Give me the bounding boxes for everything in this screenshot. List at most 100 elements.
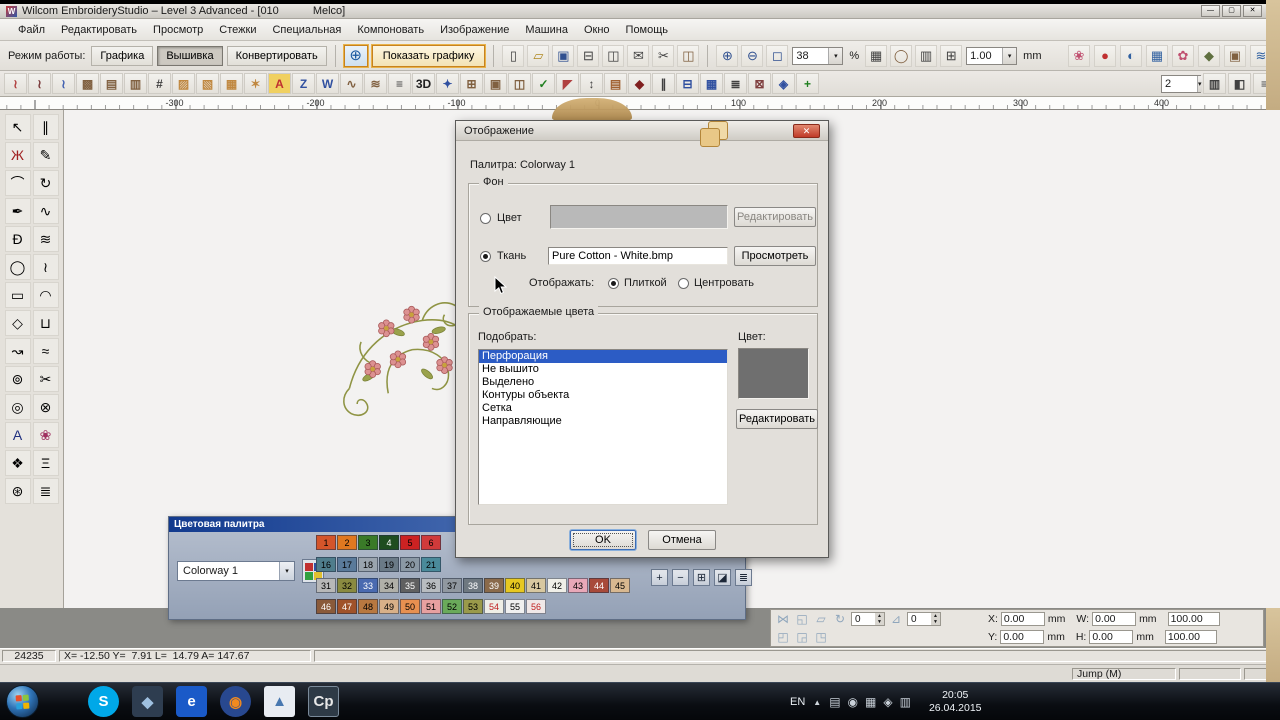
show-graphic-button[interactable]: Показать графику — [371, 44, 486, 67]
stitch-icon[interactable]: ▥ — [1203, 73, 1226, 94]
stitch-icon[interactable]: ✓ — [532, 73, 555, 94]
tool-icon[interactable]: ∥ — [32, 114, 59, 140]
stitch-icon[interactable]: ⊟ — [676, 73, 699, 94]
skew-spinner[interactable]: 0 ▲ ▼ — [907, 612, 941, 626]
transform-icon[interactable]: ▱ — [813, 612, 829, 626]
tool-icon[interactable]: ✂ — [32, 366, 59, 392]
toolbar-icon[interactable]: ▯ — [502, 44, 525, 67]
tool-icon[interactable]: ↻ — [32, 170, 59, 196]
tray-expand-icon[interactable]: ▲ — [813, 698, 821, 707]
palette-color-cell[interactable]: 55 — [505, 599, 525, 614]
tool-icon[interactable]: ≈ — [32, 338, 59, 364]
palette-color-cell[interactable]: 53 — [463, 599, 483, 614]
palette-color-cell[interactable]: 54 — [484, 599, 504, 614]
palette-color-cell[interactable]: 16 — [316, 557, 336, 572]
transform-icon[interactable]: ◲ — [794, 630, 810, 644]
palette-color-cell[interactable]: 33 — [358, 578, 378, 593]
palette-color-cell[interactable]: 52 — [442, 599, 462, 614]
view-icon[interactable]: ▥ — [915, 44, 938, 67]
stitch-icon[interactable]: ∥ — [652, 73, 675, 94]
menu-item[interactable]: Изображение — [432, 20, 517, 40]
globe-icon[interactable]: ⊕ — [343, 44, 368, 67]
fabric-filename-input[interactable] — [548, 247, 728, 265]
edit-selected-color-button[interactable]: Редактировать — [736, 409, 818, 429]
tool-icon[interactable]: ∿ — [32, 198, 59, 224]
background-color-swatch[interactable] — [550, 205, 728, 229]
cancel-button[interactable]: Отмена — [648, 530, 716, 550]
tool-icon[interactable]: ≣ — [32, 478, 59, 504]
stitch-icon[interactable]: Z — [292, 73, 315, 94]
toolbar-icon[interactable]: ◫ — [602, 44, 625, 67]
stitch-icon[interactable]: ▤ — [100, 73, 123, 94]
palette-color-cell[interactable]: 35 — [400, 578, 420, 593]
tool-icon[interactable]: A — [4, 422, 31, 448]
stitch-icon[interactable]: 3D — [412, 73, 435, 94]
tool-icon[interactable]: ▭ — [4, 282, 31, 308]
chevron-down-icon[interactable]: ▾ — [279, 562, 294, 580]
tool-icon[interactable]: ◯ — [4, 254, 31, 280]
stitch-icon[interactable]: ▤ — [604, 73, 627, 94]
stitch-icon[interactable]: ▦ — [220, 73, 243, 94]
clock[interactable]: 20:05 26.04.2015 — [929, 689, 982, 715]
palette-color-cell[interactable]: 37 — [442, 578, 462, 593]
tool-icon[interactable]: Ð — [4, 226, 31, 252]
toolbar-icon[interactable]: ▱ — [527, 44, 550, 67]
height-percent-field[interactable]: 100.00 — [1164, 630, 1217, 644]
toolbar-icon[interactable]: ✿ — [1172, 44, 1194, 67]
toolbar-icon[interactable]: ❀ — [1068, 44, 1090, 67]
palette-color-cell[interactable]: 32 — [337, 578, 357, 593]
display-colors-list[interactable]: Перфорация Не вышито Выделено Контуры объек… — [478, 349, 728, 505]
language-indicator[interactable]: EN — [790, 696, 805, 708]
view-icon[interactable]: ◯ — [890, 44, 913, 67]
palette-color-cell[interactable]: 3 — [358, 535, 378, 550]
stitch-icon[interactable]: ≀ — [4, 73, 27, 94]
tool-icon[interactable]: ⊗ — [32, 394, 59, 420]
palette-color-cell[interactable]: 50 — [400, 599, 420, 614]
stitch-icon[interactable]: ✶ — [244, 73, 267, 94]
toolbar-icon[interactable]: ▣ — [1224, 44, 1246, 67]
stitch-icon[interactable]: ◫ — [508, 73, 531, 94]
list-item[interactable]: Сетка — [479, 402, 727, 415]
palette-color-cell[interactable]: 20 — [400, 557, 420, 572]
palette-color-cell[interactable]: 6 — [421, 535, 441, 550]
tile-radio[interactable] — [608, 278, 619, 289]
stitch-icon[interactable]: ≋ — [364, 73, 387, 94]
tool-icon[interactable]: ↖ — [4, 114, 31, 140]
chevron-down-icon[interactable]: ▾ — [1002, 47, 1017, 64]
fabric-radio[interactable] — [480, 251, 491, 262]
menu-item[interactable]: Специальная — [264, 20, 349, 40]
selected-color-swatch[interactable] — [738, 348, 809, 399]
tool-icon[interactable]: ◎ — [4, 394, 31, 420]
palette-color-cell[interactable]: 49 — [379, 599, 399, 614]
palette-color-cell[interactable]: 44 — [589, 578, 609, 593]
toolbar-icon[interactable]: ⊟ — [577, 44, 600, 67]
stitch-icon[interactable]: ▣ — [484, 73, 507, 94]
embroidery-mode-button[interactable]: Вышивка — [157, 45, 223, 66]
graphics-mode-button[interactable]: Графика — [91, 45, 154, 66]
stitch-icon[interactable]: ▦ — [700, 73, 723, 94]
dialog-close-button[interactable]: ✕ — [793, 124, 820, 138]
tool-icon[interactable]: ⊚ — [4, 366, 31, 392]
tool-icon[interactable]: ❖ — [4, 450, 31, 476]
list-item[interactable]: Контуры объекта — [479, 389, 727, 402]
list-item[interactable]: Направляющие — [479, 415, 727, 428]
palette-color-cell[interactable]: 41 — [526, 578, 546, 593]
maximize-button[interactable]: ▢ — [1222, 5, 1241, 17]
tool-icon[interactable]: ⊛ — [4, 478, 31, 504]
stitch-icon[interactable]: ⊞ — [460, 73, 483, 94]
center-radio[interactable] — [678, 278, 689, 289]
palette-action-icon[interactable]: ⊞ — [693, 569, 710, 586]
menu-item[interactable]: Окно — [576, 20, 618, 40]
menu-item[interactable]: Помощь — [618, 20, 677, 40]
palette-color-cell[interactable]: 4 — [379, 535, 399, 550]
stitch-icon[interactable]: ◈ — [772, 73, 795, 94]
toolbar-icon[interactable]: ● — [1094, 44, 1116, 67]
stitch-icon[interactable]: ◧ — [1228, 73, 1251, 94]
list-item[interactable]: Не вышито — [479, 363, 727, 376]
taskbar-app-icon[interactable]: ◉ — [220, 686, 251, 717]
stitch-icon[interactable]: ≡ — [388, 73, 411, 94]
palette-color-cell[interactable]: 48 — [358, 599, 378, 614]
tool-icon[interactable]: ◠ — [32, 282, 59, 308]
stitch-icon[interactable]: ∿ — [340, 73, 363, 94]
stitch-icon[interactable]: ▨ — [172, 73, 195, 94]
